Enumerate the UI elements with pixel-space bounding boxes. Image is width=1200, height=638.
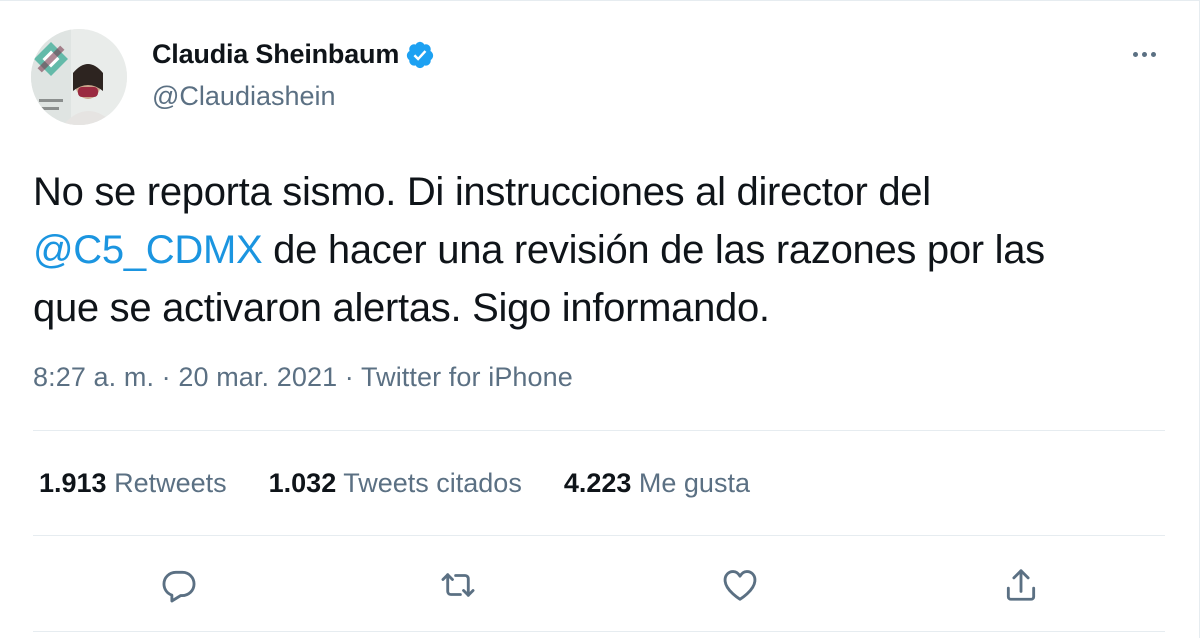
tweet-line: @C5_CDMX de hacer una revisión de las ra… xyxy=(33,221,1173,279)
divider xyxy=(33,631,1165,632)
dot-icon xyxy=(1132,51,1138,57)
dot-icon xyxy=(1141,51,1147,57)
tweet-date[interactable]: 20 mar. 2021 xyxy=(178,362,337,392)
divider xyxy=(33,535,1165,536)
retweets-stat[interactable]: 1.913 Retweets xyxy=(39,468,227,499)
quotes-count: 1.032 xyxy=(268,468,337,498)
avatar[interactable] xyxy=(31,29,127,125)
retweets-label: Retweets xyxy=(106,468,227,498)
retweet-button[interactable] xyxy=(436,563,480,607)
reply-icon xyxy=(162,570,196,603)
tweet-card: Claudia Sheinbaum @Claudiashein No se re… xyxy=(0,0,1200,638)
share-button[interactable] xyxy=(999,563,1043,607)
tweet-meta: 8:27 a. m. · 20 mar. 2021 · Twitter for … xyxy=(33,362,573,393)
tweet-line: que se activaron alertas. Sigo informand… xyxy=(33,286,770,330)
dot-icon xyxy=(1150,51,1156,57)
divider xyxy=(33,430,1165,431)
like-icon xyxy=(723,570,757,601)
meta-separator: · xyxy=(154,362,179,392)
user-handle[interactable]: @Claudiashein xyxy=(152,81,336,112)
quotes-label: Tweets citados xyxy=(336,468,522,498)
likes-count: 4.223 xyxy=(563,468,632,498)
tweet-source[interactable]: Twitter for iPhone xyxy=(361,362,573,392)
meta-separator: · xyxy=(337,362,361,392)
more-options-button[interactable] xyxy=(1124,39,1164,69)
avatar-image xyxy=(31,29,127,125)
tweet-line: No se reporta sismo. Di instrucciones al… xyxy=(33,170,931,214)
like-button[interactable] xyxy=(718,563,762,607)
verified-badge-icon xyxy=(407,41,434,68)
retweet-icon xyxy=(441,573,475,597)
tweet-line-text: de hacer una revisión de las razones por… xyxy=(262,228,1045,272)
engagement-stats: 1.913 Retweets 1.032 Tweets citados 4.22… xyxy=(39,468,792,499)
reply-button[interactable] xyxy=(157,563,201,607)
share-icon xyxy=(1006,569,1036,601)
tweet-text: No se reporta sismo. Di instrucciones al… xyxy=(33,163,1173,337)
mention-link[interactable]: @C5_CDMX xyxy=(33,228,263,272)
retweets-count: 1.913 xyxy=(39,468,107,498)
tweet-time[interactable]: 8:27 a. m. xyxy=(33,362,154,392)
display-name[interactable]: Claudia Sheinbaum xyxy=(152,39,399,70)
name-row: Claudia Sheinbaum xyxy=(152,39,435,70)
likes-label: Me gusta xyxy=(631,468,750,498)
likes-stat[interactable]: 4.223 Me gusta xyxy=(564,468,750,499)
quotes-stat[interactable]: 1.032 Tweets citados xyxy=(269,468,522,499)
